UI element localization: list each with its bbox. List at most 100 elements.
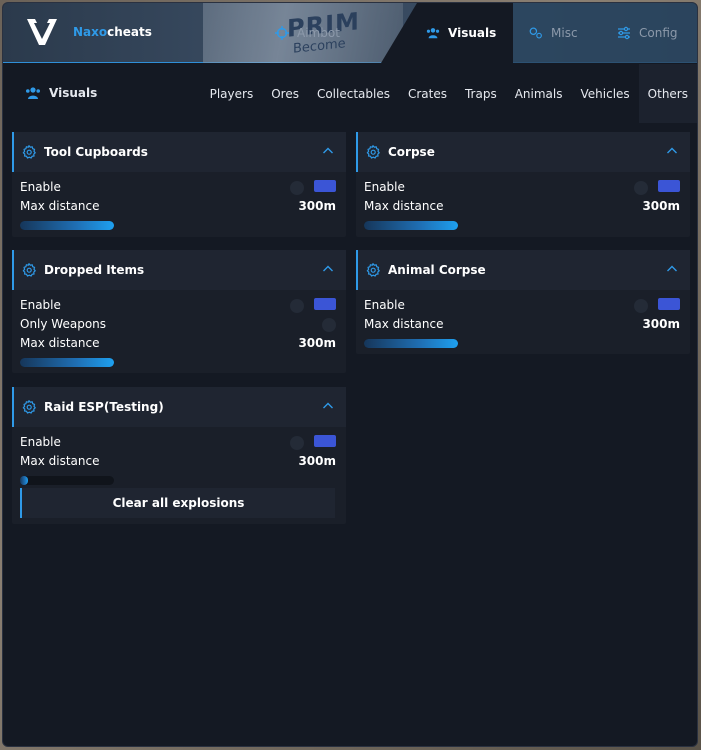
toggle-knob[interactable]	[634, 181, 648, 195]
chevron-up-icon[interactable]	[322, 401, 334, 411]
max-distance-label: Max distance	[364, 317, 444, 331]
max-distance-slider[interactable]	[20, 358, 114, 367]
tab-misc-label: Misc	[551, 26, 578, 40]
enable-toggle[interactable]	[314, 435, 336, 447]
max-distance-value: 300m	[642, 317, 680, 331]
setting-enable: Enable	[356, 178, 690, 197]
toggle-knob[interactable]	[290, 299, 304, 313]
slider-fill	[20, 221, 114, 230]
section-title-label: Visuals	[49, 86, 98, 100]
setting-max-distance: Max distance 300m	[356, 197, 690, 216]
max-distance-label: Max distance	[20, 454, 100, 468]
max-distance-slider[interactable]	[364, 339, 458, 348]
subnav-item-crates[interactable]: Crates	[399, 64, 456, 123]
clear-explosions-button[interactable]: Clear all explosions	[20, 488, 335, 518]
setting-only-weapons: Only Weapons	[12, 315, 346, 334]
slider-row	[12, 353, 346, 372]
chevron-up-icon[interactable]	[322, 264, 334, 274]
subnav-item-players[interactable]: Players	[201, 64, 263, 123]
max-distance-value: 300m	[298, 199, 336, 213]
enable-label: Enable	[20, 298, 61, 312]
users-icon	[426, 28, 440, 39]
tab-aimbot-label: Aimbot	[297, 26, 340, 40]
panel-tool-cupboards: Tool Cupboards Enable Max distance 300m	[12, 132, 346, 237]
panel-header[interactable]: Tool Cupboards	[12, 132, 346, 172]
panel-header[interactable]: Raid ESP(Testing)	[12, 387, 346, 427]
slider-fill	[364, 339, 458, 348]
subnav-item-ores[interactable]: Ores	[262, 64, 308, 123]
max-distance-label: Max distance	[20, 199, 100, 213]
subnav-item-others[interactable]: Others	[638, 64, 697, 123]
max-distance-label: Max distance	[20, 336, 100, 350]
sliders-icon	[618, 26, 630, 40]
enable-label: Enable	[20, 435, 61, 449]
slider-fill	[20, 476, 28, 485]
setting-max-distance: Max distance 300m	[356, 315, 690, 334]
max-distance-label: Max distance	[364, 199, 444, 213]
toggle-knob[interactable]	[634, 299, 648, 313]
subnav-items: Players Ores Collectables Crates Traps A…	[201, 64, 697, 123]
panel-header[interactable]: Animal Corpse	[356, 250, 690, 290]
subnav-item-collectables[interactable]: Collectables	[308, 64, 399, 123]
tab-misc[interactable]: Misc	[529, 3, 578, 63]
panel-title: Tool Cupboards	[44, 145, 148, 159]
gear-icon	[366, 263, 380, 277]
gear-icon	[22, 263, 36, 277]
panel-title: Corpse	[388, 145, 435, 159]
sub-navigation: Visuals Players Ores Collectables Crates…	[3, 64, 697, 123]
max-distance-value: 300m	[298, 336, 336, 350]
max-distance-slider[interactable]	[364, 221, 458, 230]
brand-name: Naxocheats	[73, 25, 152, 39]
brand-part-1: Naxo	[73, 25, 108, 39]
enable-toggle[interactable]	[658, 298, 680, 310]
slider-row	[12, 216, 346, 235]
toggle-knob[interactable]	[290, 436, 304, 450]
enable-label: Enable	[364, 180, 405, 194]
chevron-up-icon[interactable]	[666, 264, 678, 274]
gear-icon	[22, 400, 36, 414]
slider-fill	[20, 358, 114, 367]
gear-icon	[366, 145, 380, 159]
gears-icon	[529, 27, 542, 39]
setting-enable: Enable	[12, 178, 346, 197]
panel-raid-esp: Raid ESP(Testing) Enable Max distance 30…	[12, 387, 346, 524]
panel-dropped-items: Dropped Items Enable Only Weapons Max di…	[12, 250, 346, 373]
setting-enable: Enable	[12, 433, 346, 452]
setting-max-distance: Max distance 300m	[12, 197, 346, 216]
max-distance-value: 300m	[298, 454, 336, 468]
enable-label: Enable	[20, 180, 61, 194]
enable-label: Enable	[364, 298, 405, 312]
panel-animal-corpse: Animal Corpse Enable Max distance 300m	[356, 250, 690, 354]
panel-title: Dropped Items	[44, 263, 145, 277]
enable-toggle[interactable]	[314, 298, 336, 310]
tab-visuals[interactable]: Visuals	[426, 3, 496, 63]
subnav-item-animals[interactable]: Animals	[506, 64, 572, 123]
only-weapons-toggle[interactable]	[322, 318, 336, 332]
setting-enable: Enable	[356, 296, 690, 315]
chevron-up-icon[interactable]	[322, 146, 334, 156]
panel-title: Animal Corpse	[388, 263, 486, 277]
max-distance-value: 300m	[642, 199, 680, 213]
setting-max-distance: Max distance 300m	[12, 452, 346, 471]
setting-enable: Enable	[12, 296, 346, 315]
slider-row	[356, 216, 690, 235]
max-distance-slider[interactable]	[20, 221, 114, 230]
panel-header[interactable]: Corpse	[356, 132, 690, 172]
chevron-up-icon[interactable]	[666, 146, 678, 156]
only-weapons-label: Only Weapons	[20, 317, 107, 331]
subnav-item-traps[interactable]: Traps	[456, 64, 506, 123]
panel-header[interactable]: Dropped Items	[12, 250, 346, 290]
max-distance-slider[interactable]	[20, 476, 114, 485]
users-icon	[26, 87, 40, 99]
section-title: Visuals	[25, 86, 97, 100]
gear-icon	[22, 145, 36, 159]
slider-fill	[364, 221, 458, 230]
cheat-menu-window: PRIM Become Naxocheats Aimbot Visuals Mi…	[2, 2, 698, 747]
enable-toggle[interactable]	[314, 180, 336, 192]
setting-max-distance: Max distance 300m	[12, 334, 346, 353]
toggle-knob[interactable]	[290, 181, 304, 195]
subnav-item-vehicles[interactable]: Vehicles	[572, 64, 639, 123]
tab-aimbot[interactable]: Aimbot	[275, 3, 340, 63]
enable-toggle[interactable]	[658, 180, 680, 192]
tab-config[interactable]: Config	[617, 3, 678, 63]
